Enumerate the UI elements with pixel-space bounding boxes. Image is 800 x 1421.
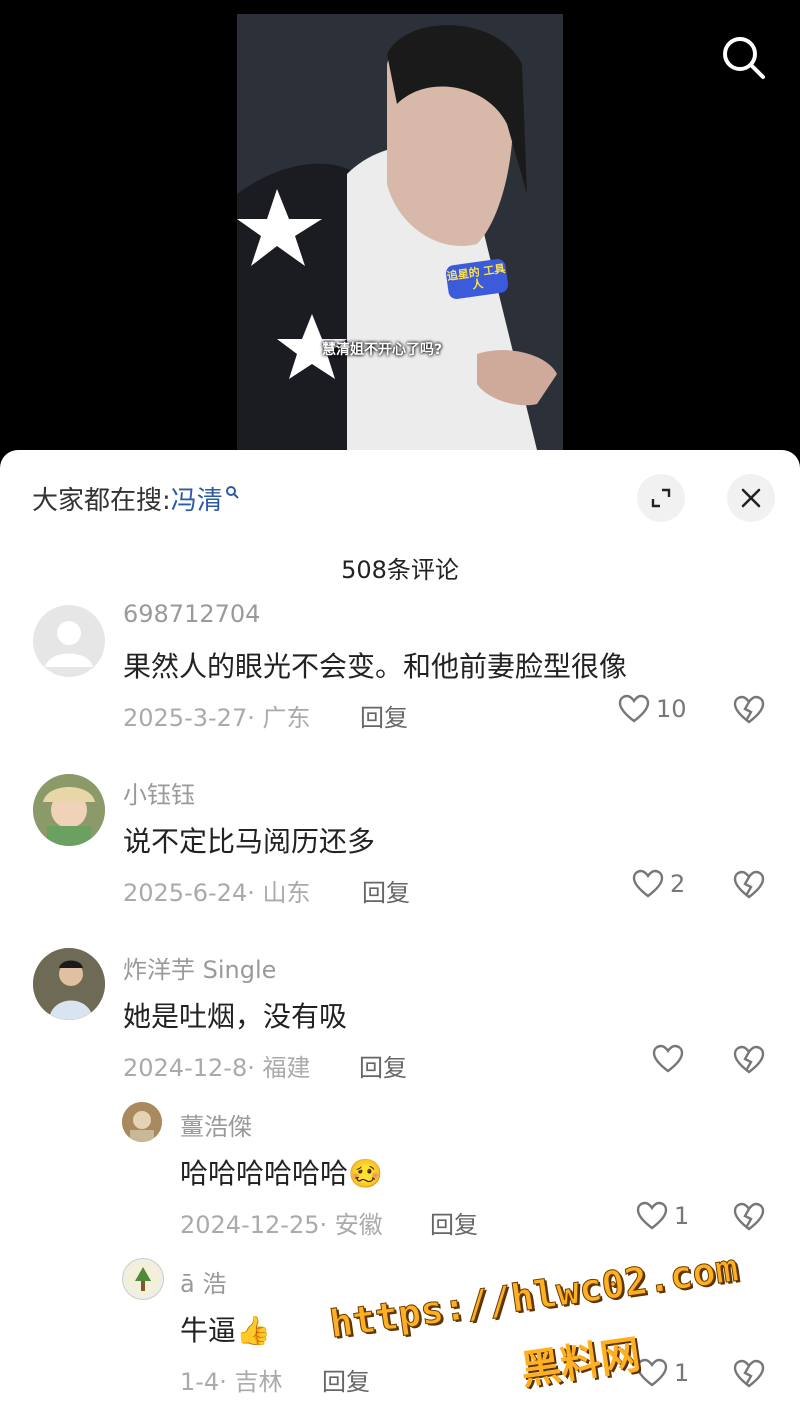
reply-location: 吉林 (234, 1368, 283, 1396)
search-icon (225, 486, 239, 500)
avatar[interactable] (33, 605, 105, 677)
comment-location: 福建 (262, 1054, 311, 1082)
reply-date: 2024-12-25 (180, 1211, 320, 1239)
hot-search-keyword[interactable]: 冯清 (171, 486, 223, 516)
comment-date: 2025-6-24 (123, 879, 248, 907)
comment-meta: 2025-3-27· 广东 (123, 704, 311, 732)
dislike-button[interactable] (733, 1202, 765, 1236)
like-count: 10 (656, 695, 687, 723)
like-button[interactable]: 10 (618, 694, 687, 724)
expand-button[interactable] (637, 474, 685, 522)
broken-heart-icon (733, 695, 765, 724)
reply-text: 牛逼👍 (180, 1314, 271, 1347)
reply-button[interactable]: 回复 (359, 1048, 407, 1083)
comment-username[interactable]: 炸洋芋 Single (123, 950, 276, 985)
search-icon (723, 37, 765, 79)
comment-meta: 2024-12-8· 福建 (123, 1054, 311, 1082)
comment-meta: 2025-6-24· 山东 (123, 879, 311, 907)
search-button[interactable] (718, 32, 768, 82)
avatar-image (33, 948, 105, 1020)
avatar-image (122, 1102, 162, 1142)
heart-icon (636, 1201, 668, 1230)
comment-text: 说不定比马阅历还多 (123, 825, 376, 858)
dislike-button[interactable] (733, 870, 765, 904)
avatar[interactable] (33, 774, 105, 846)
broken-heart-icon (733, 1202, 765, 1231)
comment-location: 广东 (262, 704, 311, 732)
reply-text: 哈哈哈哈哈哈🥴 (180, 1157, 383, 1190)
comment-count: 508条评论 (341, 556, 459, 584)
comment-text: 她是吐烟，没有吸 (123, 1000, 348, 1033)
heart-icon (652, 1044, 684, 1073)
video-frame (237, 14, 563, 450)
default-avatar-icon (45, 621, 93, 667)
comment-sheet: 大家都在搜:冯清 508条评论 698712704 果然人的眼光不会变。和他前妻… (0, 450, 800, 1421)
close-button[interactable] (727, 474, 775, 522)
avatar[interactable] (33, 948, 105, 1020)
avatar[interactable] (122, 1102, 162, 1142)
comment-username[interactable]: 698712704 (123, 600, 260, 628)
comment-username[interactable]: 小钰钰 (123, 775, 195, 810)
heart-icon (636, 1358, 668, 1387)
comment-text: 果然人的眼光不会变。和他前妻脸型很像 (123, 650, 628, 683)
heart-icon (618, 694, 650, 723)
avatar[interactable] (122, 1258, 164, 1300)
dislike-button[interactable] (733, 1045, 765, 1079)
reply-button[interactable]: 回复 (322, 1362, 370, 1397)
video-caption: 慧清姐不开心了吗? (322, 342, 443, 358)
hot-search-bar[interactable]: 大家都在搜:冯清 (32, 480, 239, 517)
close-icon (741, 488, 761, 508)
reply-location: 安徽 (334, 1211, 383, 1239)
reply-username[interactable]: 薑浩傑 (180, 1107, 252, 1142)
comment-date: 2024-12-8 (123, 1054, 248, 1082)
reply-meta: 2024-12-25· 安徽 (180, 1211, 383, 1239)
expand-icon (651, 488, 671, 508)
reply-meta: 1-4· 吉林 (180, 1368, 283, 1396)
broken-heart-icon (733, 1045, 765, 1074)
reply-date: 1-4 (180, 1368, 220, 1396)
dislike-button[interactable] (733, 695, 765, 729)
like-count: 1 (674, 1202, 690, 1230)
hot-search-prefix: 大家都在搜: (32, 486, 171, 516)
heart-icon (632, 869, 664, 898)
like-button[interactable]: 1 (636, 1358, 689, 1388)
avatar-image (127, 1263, 159, 1295)
video-player[interactable]: 追星的 工具人 慧清姐不开心了吗? (237, 14, 563, 450)
comment-location: 山东 (262, 879, 311, 907)
broken-heart-icon (733, 1359, 765, 1388)
dislike-button[interactable] (733, 1359, 765, 1393)
reply-username[interactable]: ā 浩 (180, 1264, 226, 1299)
comment-date: 2025-3-27 (123, 704, 248, 732)
like-button[interactable]: 2 (632, 869, 685, 899)
like-button[interactable]: 1 (636, 1201, 689, 1231)
broken-heart-icon (733, 870, 765, 899)
like-count: 2 (670, 870, 686, 898)
like-count: 1 (674, 1359, 690, 1387)
reply-button[interactable]: 回复 (430, 1205, 478, 1240)
like-button[interactable] (652, 1044, 690, 1074)
reply-button[interactable]: 回复 (362, 873, 410, 908)
reply-button[interactable]: 回复 (360, 698, 408, 733)
avatar-image (33, 774, 105, 846)
